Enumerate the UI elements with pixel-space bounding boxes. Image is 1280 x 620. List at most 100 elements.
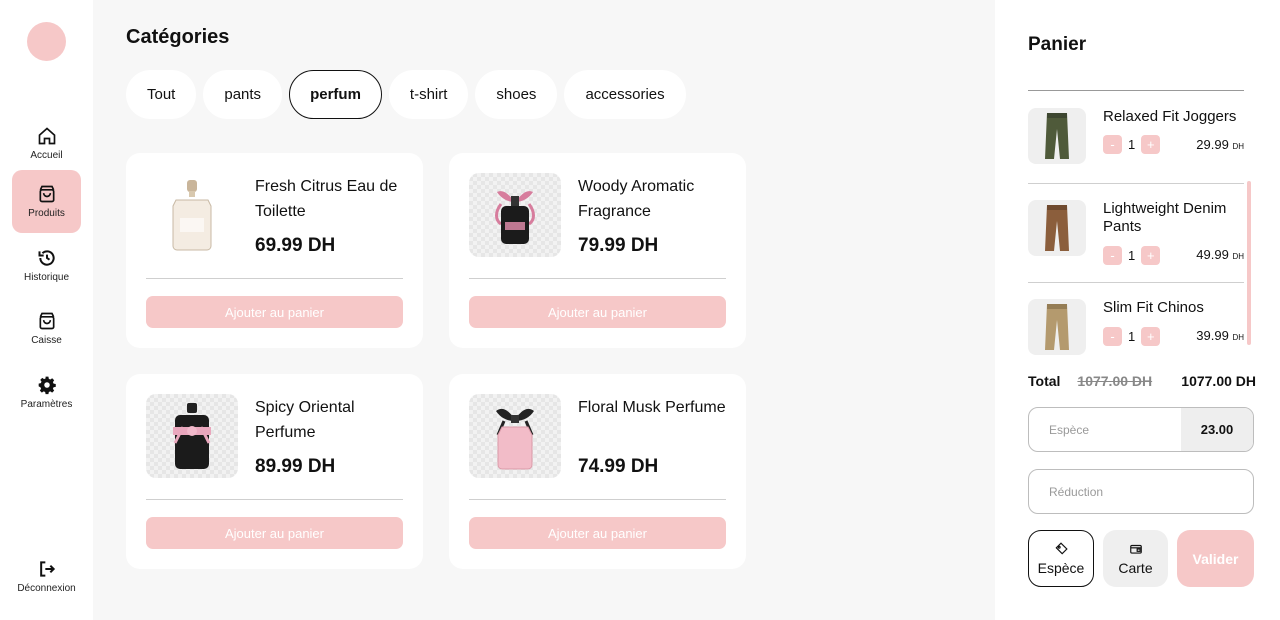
add-to-cart-button[interactable]: Ajouter au panier xyxy=(469,517,726,549)
product-name: Woody Aromatic Fragrance xyxy=(578,178,695,220)
quantity-value: 1 xyxy=(1128,137,1136,152)
divider xyxy=(1028,90,1244,91)
divider xyxy=(146,499,403,500)
cart-item-image xyxy=(1028,299,1086,355)
bag-icon xyxy=(39,312,54,329)
increment-button[interactable]: + xyxy=(1141,327,1161,346)
increment-button[interactable]: + xyxy=(1141,246,1161,265)
sidebar-item-label: Caisse xyxy=(31,334,62,346)
quantity-stepper: - 1 + xyxy=(1103,135,1161,154)
product-card: Spicy Oriental Perfume 89.99 DH Ajouter … xyxy=(126,374,423,569)
cart-scrollbar[interactable] xyxy=(1247,181,1251,345)
sidebar-item-parametres[interactable]: Paramètres xyxy=(12,361,81,423)
quantity-value: 1 xyxy=(1128,329,1136,344)
sidebar: Accueil Produits Historique Caisse Param… xyxy=(0,0,93,620)
sidebar-item-label: Accueil xyxy=(30,149,63,161)
pay-cash-button[interactable]: Espèce xyxy=(1028,530,1094,587)
cash-field[interactable]: Espèce 23.00 xyxy=(1028,407,1254,452)
avatar[interactable] xyxy=(27,22,66,61)
product-card: Floral Musk Perfume 74.99 DH Ajouter au … xyxy=(449,374,746,569)
cart-title: Panier xyxy=(1028,34,1087,55)
logout-label: Déconnexion xyxy=(17,582,76,594)
decrement-button[interactable]: - xyxy=(1103,135,1122,154)
add-to-cart-button[interactable]: Ajouter au panier xyxy=(469,296,726,328)
category-chip-perfum[interactable]: perfum xyxy=(289,70,382,119)
discount-field-placeholder: Réduction xyxy=(1049,484,1104,499)
pay-card-button[interactable]: Carte xyxy=(1103,530,1168,587)
category-chip-pants[interactable]: pants xyxy=(203,70,283,119)
divider xyxy=(1028,183,1244,184)
cash-field-value: 23.00 xyxy=(1181,408,1253,451)
product-price: 69.99 DH xyxy=(255,235,336,256)
add-to-cart-button[interactable]: Ajouter au panier xyxy=(146,517,403,549)
logout-button[interactable]: Déconnexion xyxy=(12,545,81,607)
product-card: Fresh Citrus Eau de Toilette 69.99 DH Aj… xyxy=(126,153,423,348)
cart-item-image xyxy=(1028,200,1086,256)
category-chip-tout[interactable]: Tout xyxy=(126,70,197,119)
quantity-stepper: - 1 + xyxy=(1103,246,1161,265)
cart-item: Relaxed Fit Joggers - 1 + 29.99 DH xyxy=(1028,108,1244,194)
cart-item-name: Slim Fit Chinos xyxy=(1103,299,1204,316)
decrement-button[interactable]: - xyxy=(1103,246,1122,265)
discount-field[interactable]: Réduction xyxy=(1028,469,1254,514)
sidebar-item-accueil[interactable]: Accueil xyxy=(12,112,81,174)
divider xyxy=(469,499,726,500)
product-image xyxy=(469,394,561,478)
validate-button[interactable]: Valider xyxy=(1177,530,1254,587)
currency-label: DH xyxy=(1232,252,1244,261)
cart-item-name: Lightweight Denim Pants xyxy=(1103,200,1227,235)
cart-item-price-value: 29.99 xyxy=(1196,137,1229,152)
decrement-button[interactable]: - xyxy=(1103,327,1122,346)
product-card: Woody Aromatic Fragrance 79.99 DH Ajoute… xyxy=(449,153,746,348)
product-name: Floral Musk Perfume xyxy=(578,399,726,416)
wallet-icon xyxy=(1129,544,1142,554)
cart-item-price-value: 49.99 xyxy=(1196,247,1229,262)
product-image xyxy=(146,173,238,257)
sidebar-item-historique[interactable]: Historique xyxy=(12,234,81,296)
cart-item-price: 29.99 DH xyxy=(1196,137,1244,152)
sidebar-item-produits[interactable]: Produits xyxy=(12,170,81,233)
sidebar-item-label: Paramètres xyxy=(20,398,73,410)
divider xyxy=(146,278,403,279)
gear-icon xyxy=(38,376,56,394)
pay-cash-label: Espèce xyxy=(1037,559,1085,576)
cart-panel: Panier Relaxed Fit Joggers - 1 + 29.99 D… xyxy=(995,0,1280,620)
sidebar-item-label: Produits xyxy=(28,208,65,219)
divider xyxy=(1028,282,1244,283)
total-old-price: 1077.00 DH xyxy=(1077,373,1153,389)
category-chips: Tout pants perfum t-shirt shoes accessor… xyxy=(126,70,686,119)
quantity-value: 1 xyxy=(1128,248,1136,263)
currency-label: DH xyxy=(1232,333,1244,342)
category-chip-shoes[interactable]: shoes xyxy=(475,70,558,119)
cart-item: Lightweight Denim Pants - 1 + 49.99 DH xyxy=(1028,200,1244,286)
category-chip-tshirt[interactable]: t-shirt xyxy=(388,70,469,119)
total-row: Total 1077.00 DH 1077.00 DH xyxy=(1028,373,1256,389)
increment-button[interactable]: + xyxy=(1141,135,1161,154)
cart-item-image xyxy=(1028,108,1086,164)
history-icon xyxy=(38,249,55,266)
pay-card-label: Carte xyxy=(1118,559,1153,576)
cash-field-label: Espèce xyxy=(1049,422,1090,437)
total-price: 1077.00 DH xyxy=(1181,373,1256,389)
cart-item-name: Relaxed Fit Joggers xyxy=(1103,108,1237,125)
cart-item-price: 39.99 DH xyxy=(1196,328,1244,343)
product-price: 89.99 DH xyxy=(255,456,336,477)
category-chip-accessories[interactable]: accessories xyxy=(564,70,686,119)
sidebar-item-label: Historique xyxy=(23,271,70,283)
bag-icon xyxy=(39,185,54,203)
product-image xyxy=(469,173,561,257)
ticket-icon xyxy=(1055,541,1068,554)
page-title: Catégories xyxy=(126,26,230,48)
logout-icon xyxy=(39,560,55,577)
product-name: Fresh Citrus Eau de Toilette xyxy=(255,178,398,220)
product-image xyxy=(146,394,238,478)
home-icon xyxy=(38,126,55,144)
cart-item-price-value: 39.99 xyxy=(1196,328,1229,343)
currency-label: DH xyxy=(1232,142,1244,151)
cart-item-price: 49.99 DH xyxy=(1196,247,1244,262)
add-to-cart-button[interactable]: Ajouter au panier xyxy=(146,296,403,328)
quantity-stepper: - 1 + xyxy=(1103,327,1161,346)
divider xyxy=(469,278,726,279)
sidebar-item-caisse[interactable]: Caisse xyxy=(12,297,81,359)
product-name: Spicy Oriental Perfume xyxy=(255,399,355,441)
